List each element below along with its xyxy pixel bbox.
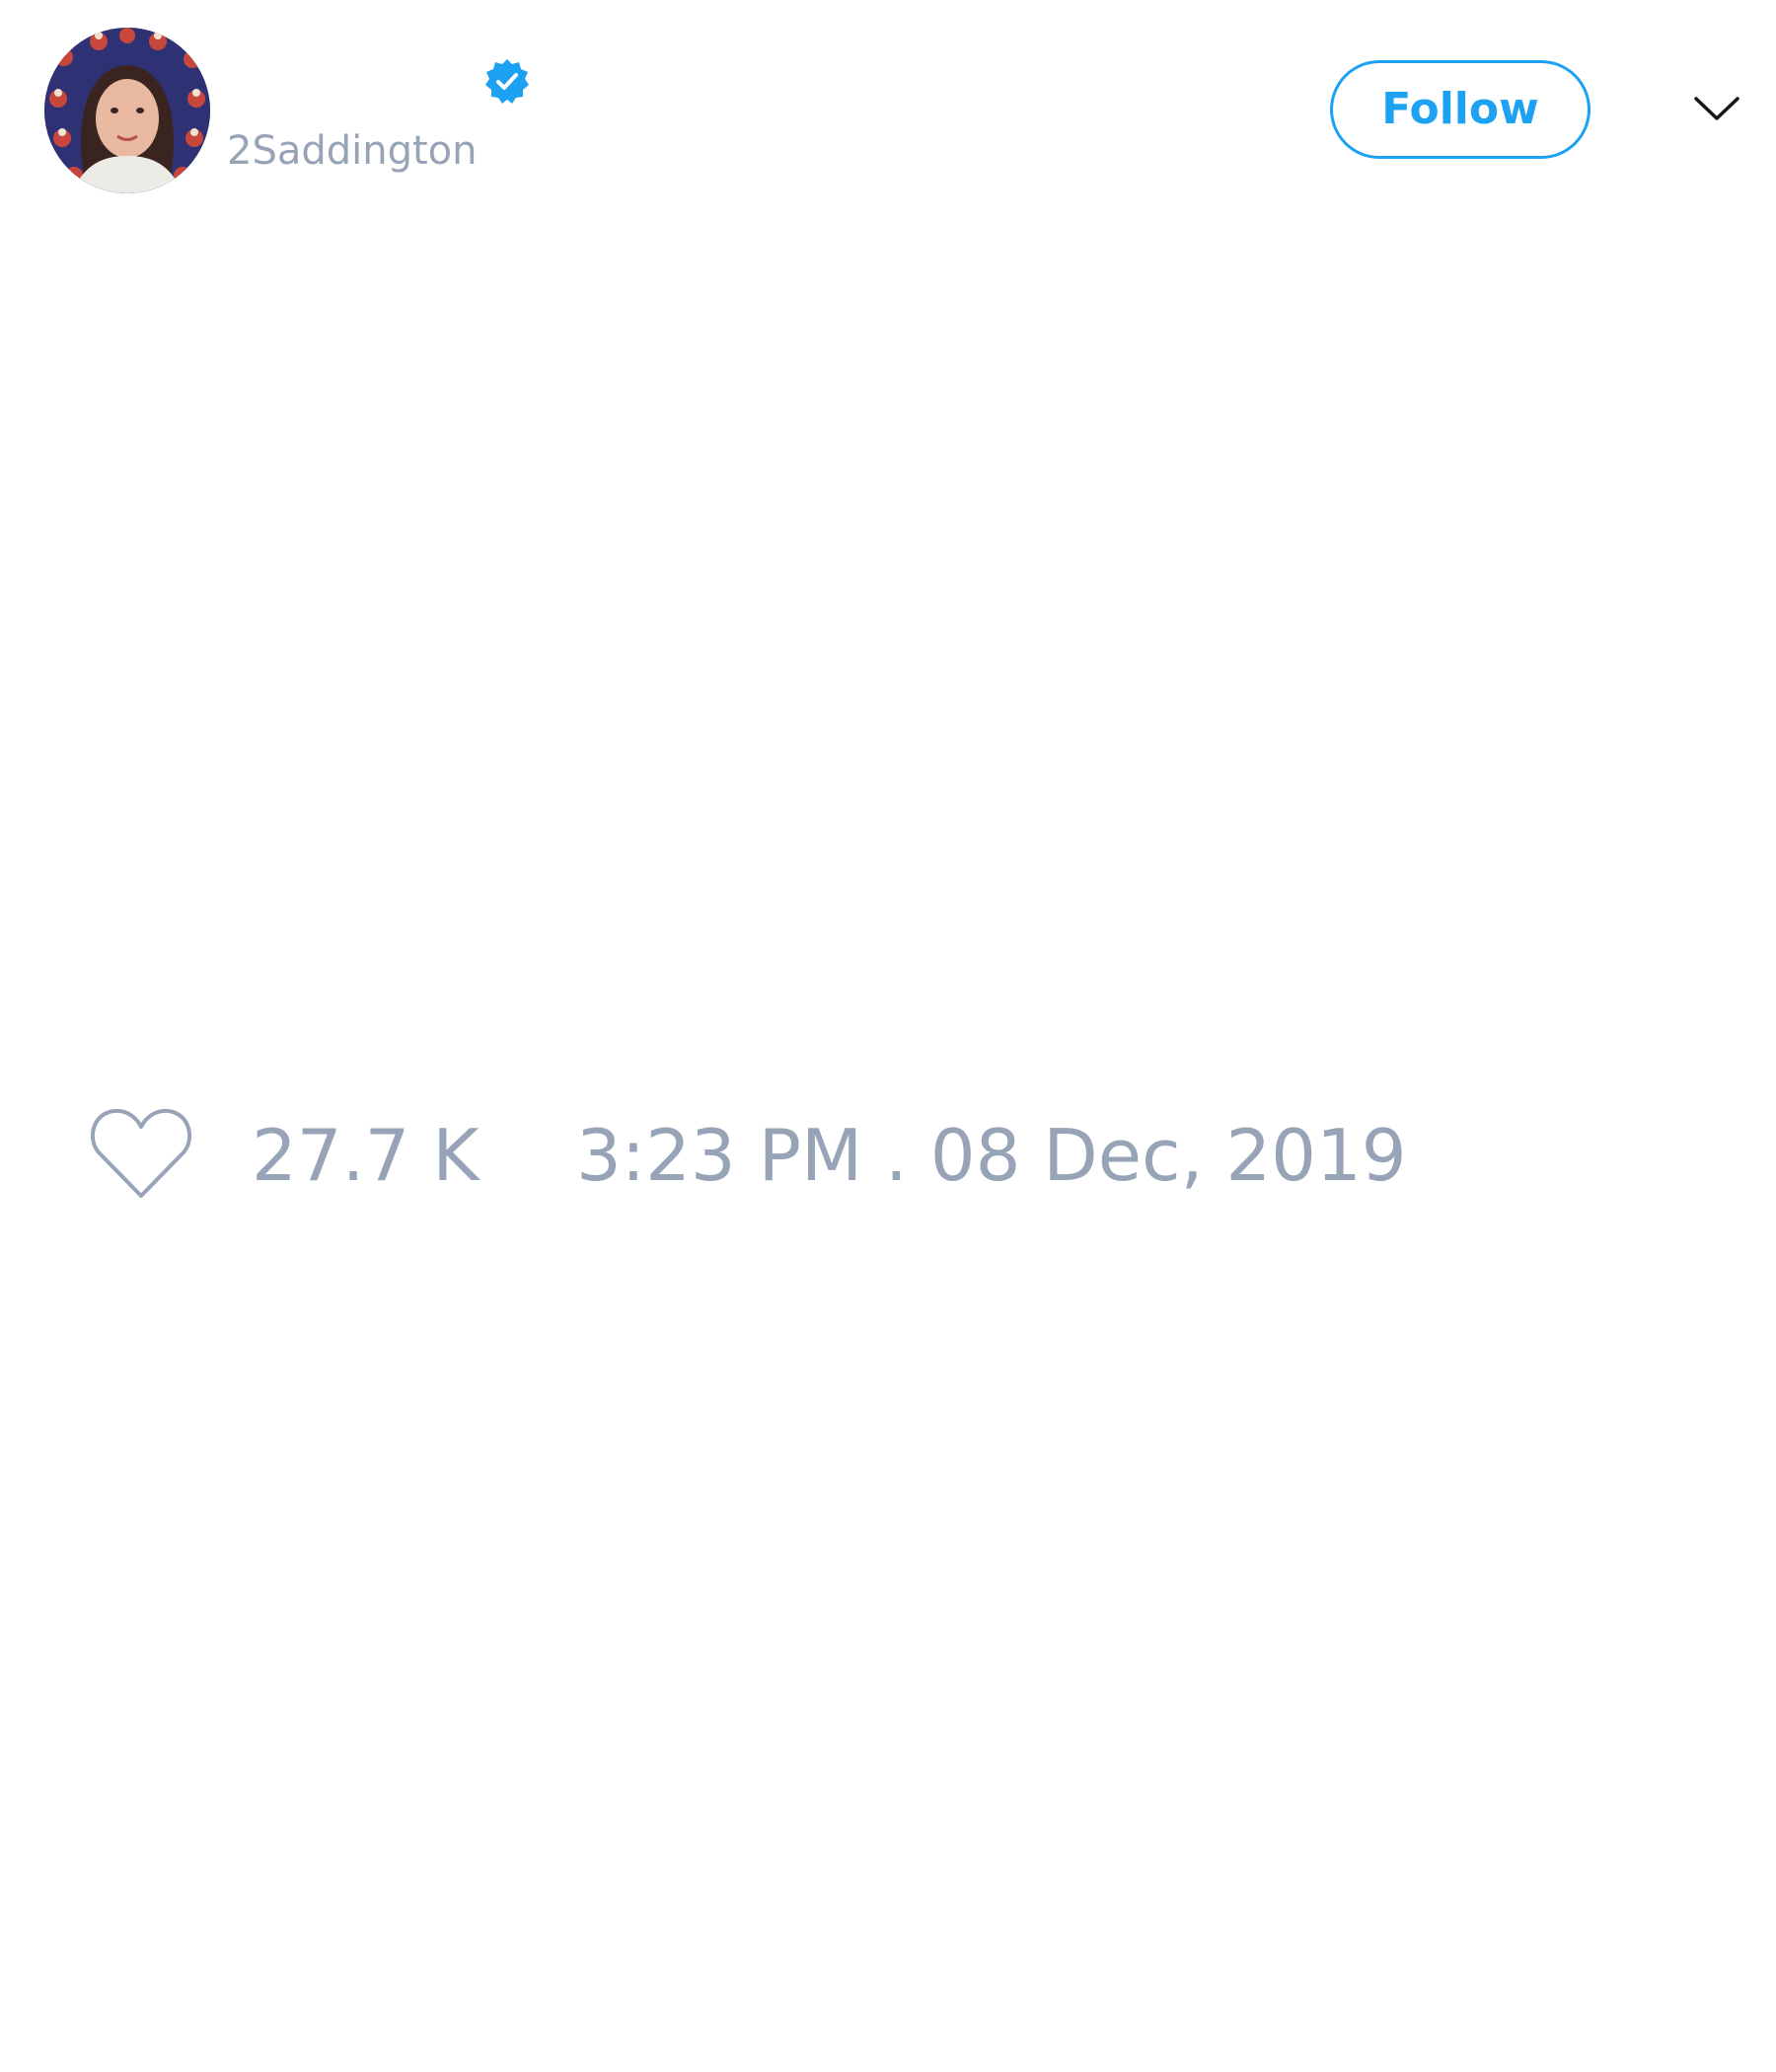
display-name[interactable] [227, 55, 474, 103]
tweet-card: 2Saddington Follow 27.7 K 3:23 PM . 08 D… [0, 0, 1776, 2072]
like-count: 27.7 K [252, 1114, 480, 1197]
profile-photo [44, 28, 210, 193]
follow-button[interactable]: Follow [1330, 60, 1591, 159]
chevron-down-icon[interactable] [1692, 89, 1741, 128]
tweet-text [89, 237, 1687, 1026]
tweet-footer: 27.7 K 3:23 PM . 08 Dec, 2019 [89, 1105, 1687, 1204]
heart-icon[interactable] [89, 1105, 193, 1202]
user-handle[interactable]: 2Saddington [227, 126, 478, 176]
verified-badge-icon [483, 57, 531, 105]
avatar[interactable] [44, 28, 210, 193]
tweet-timestamp[interactable]: 3:23 PM . 08 Dec, 2019 [576, 1115, 1407, 1196]
